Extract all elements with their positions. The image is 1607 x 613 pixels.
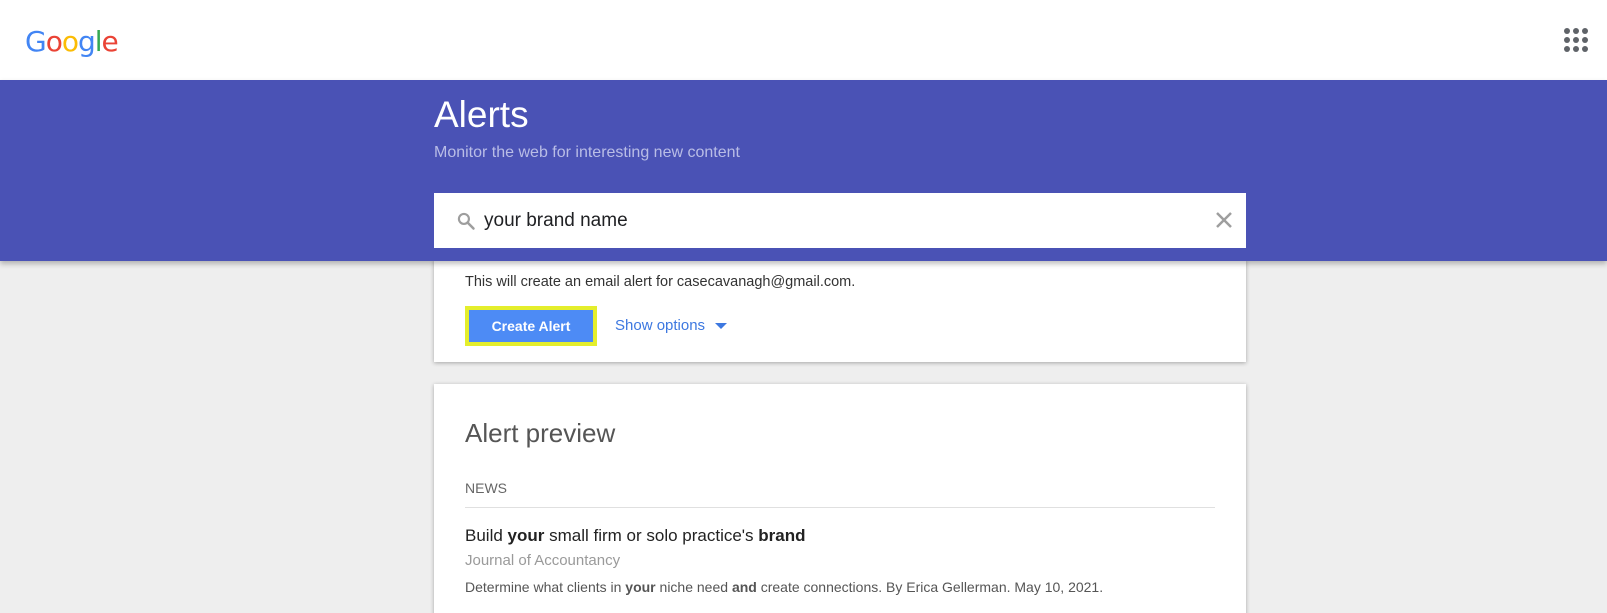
text-segment: niche need — [655, 579, 732, 595]
logo-letter: g — [77, 25, 96, 58]
logo-letter: o — [45, 25, 63, 58]
close-icon[interactable] — [1214, 210, 1234, 230]
create-alert-button[interactable]: Create Alert — [465, 306, 597, 346]
search-icon — [457, 212, 475, 230]
logo-letter: l — [94, 25, 103, 58]
top-bar: Google — [0, 0, 1607, 80]
result-snippet: Determine what clients in your niche nee… — [465, 579, 1103, 595]
page-subtitle: Monitor the web for interesting new cont… — [434, 144, 740, 161]
show-options-toggle[interactable]: Show options — [615, 317, 728, 334]
google-logo[interactable]: Google — [25, 22, 119, 62]
highlighted-term: your — [625, 579, 656, 595]
highlighted-term: your — [507, 526, 545, 545]
divider — [465, 507, 1215, 508]
email-alert-note: This will create an email alert for case… — [465, 274, 856, 290]
page-title: Alerts — [434, 94, 529, 135]
section-label: NEWS — [465, 480, 507, 496]
result-title-link[interactable]: Build your small firm or solo practice's… — [465, 526, 806, 546]
logo-letter: G — [25, 25, 47, 58]
show-options-label: Show options — [615, 317, 706, 334]
result-source: Journal of Accountancy — [465, 552, 621, 569]
text-segment: create connections. By Erica Gellerman. … — [756, 579, 1104, 595]
alert-preview-card: Alert preview NEWS Build your small firm… — [434, 384, 1246, 613]
text-segment: Determine what clients in — [465, 579, 626, 595]
caret-down-icon — [715, 322, 728, 329]
alert-query-input[interactable] — [484, 201, 1184, 241]
logo-letter: e — [101, 25, 119, 58]
apps-grid-icon[interactable] — [1564, 28, 1588, 52]
highlighted-term: brand — [758, 526, 806, 545]
alerts-header: Alerts Monitor the web for interesting n… — [0, 80, 1607, 261]
preview-title: Alert preview — [465, 418, 616, 448]
create-alert-card: This will create an email alert for case… — [434, 259, 1246, 362]
text-segment: small firm or solo practice's — [544, 526, 759, 545]
logo-letter: o — [61, 25, 79, 58]
text-segment: Build — [465, 526, 508, 545]
highlighted-term: and — [731, 579, 757, 595]
search-box — [434, 193, 1246, 248]
